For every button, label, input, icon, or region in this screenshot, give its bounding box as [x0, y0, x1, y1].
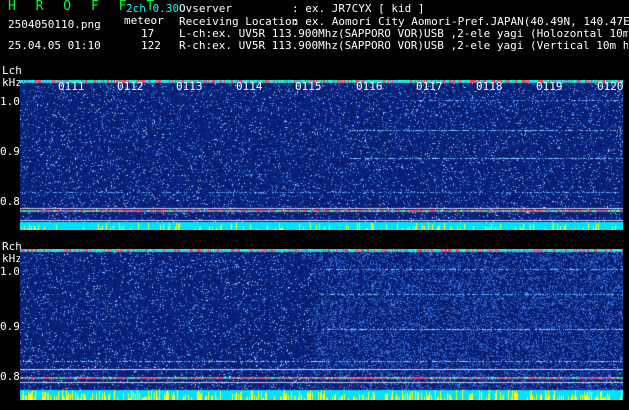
datetime-label: 25.04.05 01:10	[8, 39, 101, 52]
rch-info: R-ch:ex. UV5R 113.900Mhz(SAPPORO VOR)USB…	[179, 40, 628, 52]
location-label: Receiving Location	[179, 15, 299, 28]
rch-unit: kHz	[2, 252, 22, 265]
time-label-0119: 0119	[536, 80, 563, 93]
location-value: : ex. Aomori City Aomori-Pref.JAPAN(40.4…	[292, 15, 629, 28]
rch-tick-1-0: 1.0	[0, 265, 20, 278]
time-axis: 0111 0112 0113 0114 0115 0116 0117 0118 0119 0120	[20, 80, 624, 93]
lch-spectrogram	[20, 80, 623, 230]
lch-unit: kHz	[2, 76, 22, 89]
lch-tick-0-9: 0.9	[0, 145, 20, 158]
lch-tick-1-0: 1.0	[0, 95, 20, 108]
time-label-0118: 0118	[476, 80, 503, 93]
rch-tick-0-8: 0.8	[0, 370, 20, 383]
mode-label: meteor	[124, 14, 164, 27]
time-label-0113: 0113	[176, 80, 203, 93]
lch-info: L-ch:ex. UV5R 113.900Mhz(SAPPORO VOR)USB…	[179, 28, 628, 40]
observer-value: : ex. JR7CYX [ kid ]	[292, 2, 425, 15]
time-label-0116: 0116	[356, 80, 383, 93]
rch-spectrogram	[20, 249, 623, 400]
rch-tick-0-9: 0.9	[0, 320, 20, 333]
time-label-0120: 0120	[597, 80, 624, 93]
time-label-0111: 0111	[58, 80, 85, 93]
time-label-0114: 0114	[236, 80, 263, 93]
lch-tick-0-8: 0.8	[0, 195, 20, 208]
filename-label: 2504050110.png	[8, 18, 101, 31]
count-r-label: 122	[141, 39, 161, 52]
time-label-0115: 0115	[295, 80, 322, 93]
time-label-0117: 0117	[416, 80, 443, 93]
observer-label: Ovserver	[179, 2, 232, 15]
time-label-0112: 0112	[117, 80, 144, 93]
